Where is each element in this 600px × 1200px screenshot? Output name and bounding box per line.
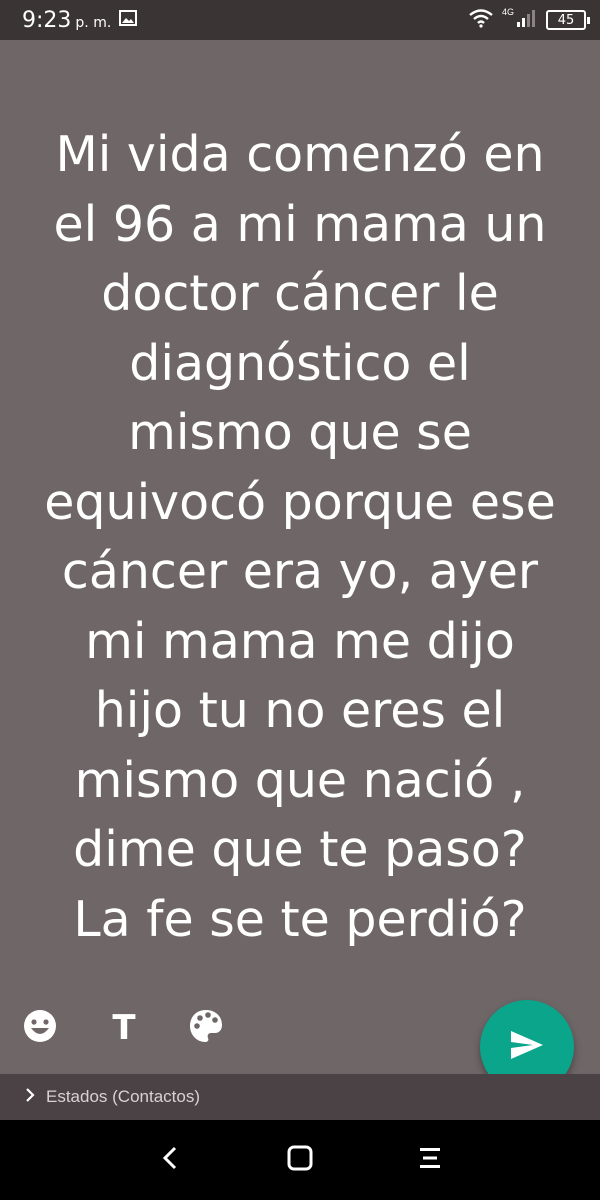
home-icon: [286, 1144, 314, 1177]
image-notification-icon: [119, 9, 138, 31]
network-type: 4G: [501, 7, 514, 17]
recents-button[interactable]: [410, 1140, 450, 1180]
clock-ampm: p. m.: [75, 14, 112, 31]
status-bar: 9:23 p. m. 4G 45: [0, 0, 600, 40]
text-font-button[interactable]: T: [106, 1008, 142, 1048]
wifi-icon: [468, 8, 494, 33]
battery-level: 45: [557, 12, 575, 28]
emoji-button[interactable]: [22, 1008, 58, 1049]
signal-icon: [516, 8, 538, 33]
menu-icon: [418, 1145, 442, 1176]
palette-icon: [188, 1008, 224, 1049]
back-icon: [160, 1145, 180, 1176]
navigation-bar: [0, 1120, 600, 1200]
smiley-icon: [22, 1008, 58, 1049]
text-font-label: T: [112, 1008, 136, 1048]
audience-selector[interactable]: Estados (Contactos): [0, 1074, 600, 1120]
clock-time: 9:23: [22, 7, 72, 33]
send-icon: [509, 1029, 545, 1066]
back-button[interactable]: [150, 1140, 190, 1180]
home-button[interactable]: [280, 1140, 320, 1180]
audience-label: Estados (Contactos): [46, 1087, 201, 1106]
status-right: 4G 45: [468, 7, 590, 33]
status-left: 9:23 p. m.: [22, 8, 138, 33]
chevron-right-icon: [24, 1087, 36, 1108]
status-time: 9:23 p. m.: [22, 8, 111, 33]
battery-icon: 45: [546, 10, 590, 30]
status-text[interactable]: Mi vida comenzó en el 96 a mi mama un do…: [44, 120, 555, 954]
color-button[interactable]: [188, 1008, 224, 1049]
status-text-area[interactable]: Mi vida comenzó en el 96 a mi mama un do…: [20, 120, 580, 960]
